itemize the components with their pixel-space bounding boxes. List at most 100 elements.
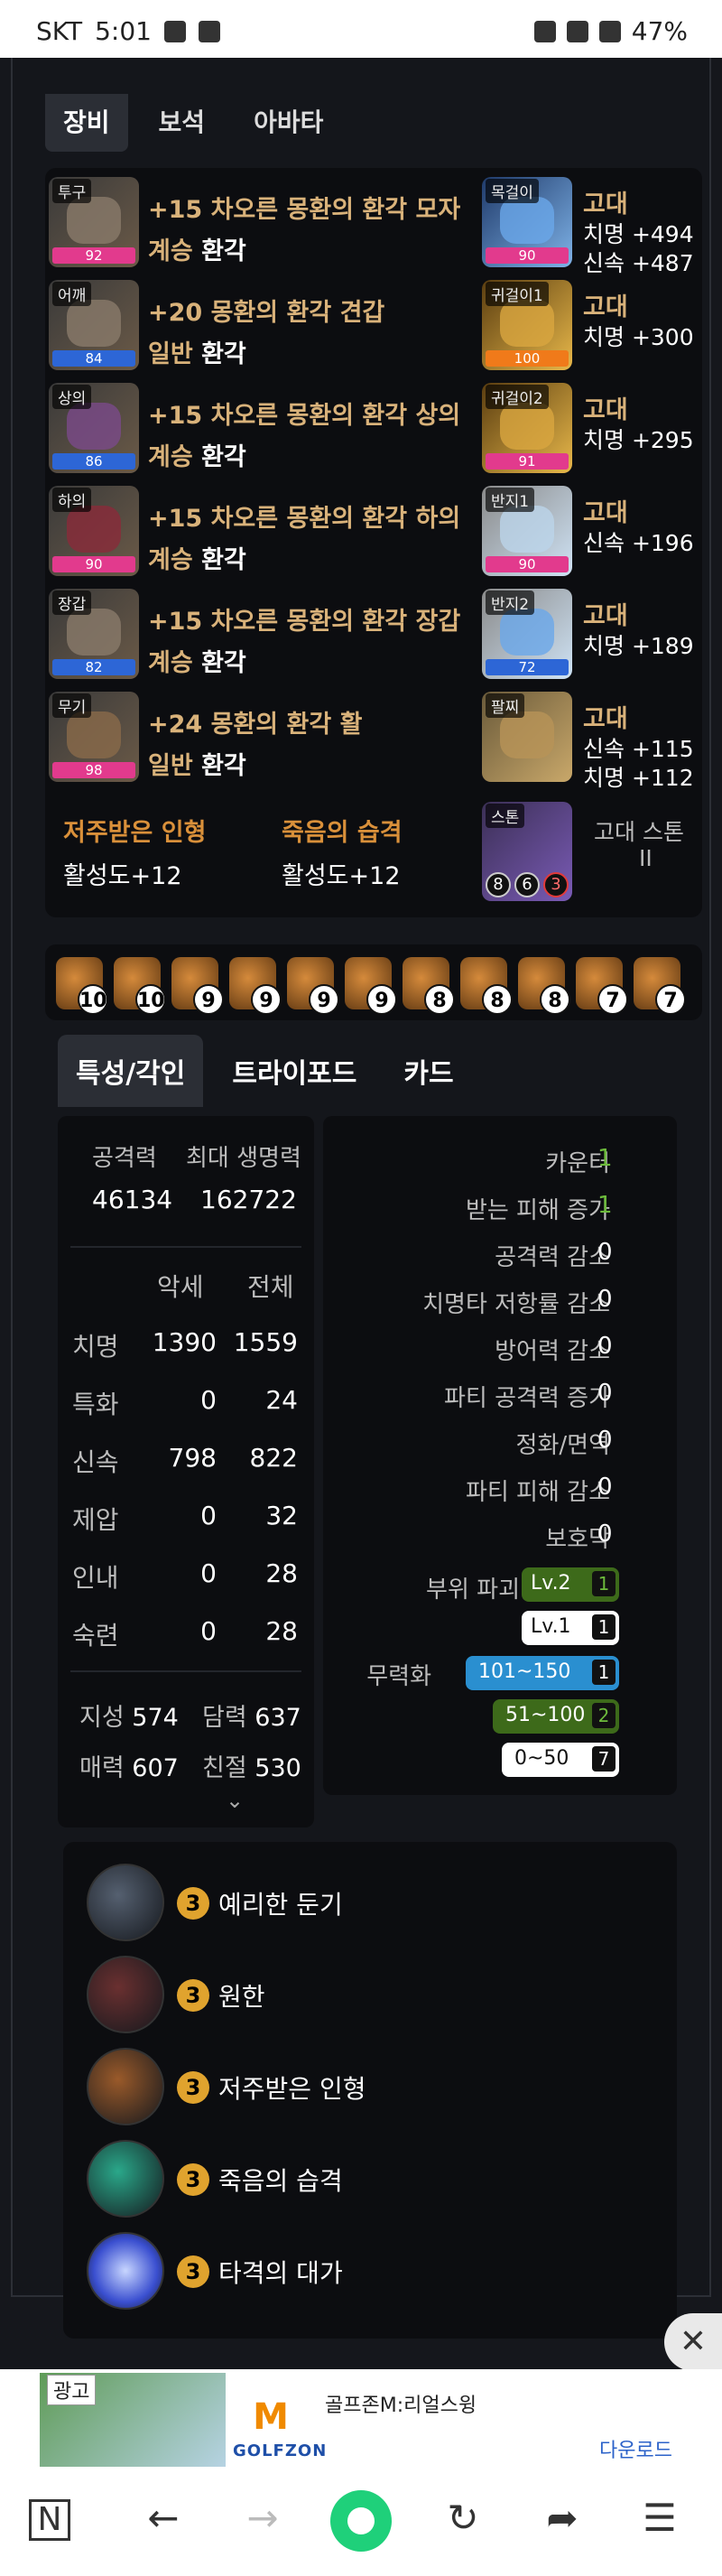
naver-n-icon[interactable]: N bbox=[29, 2499, 70, 2541]
gem-icon[interactable]: 7 bbox=[634, 957, 686, 1015]
acc-header: 악세 bbox=[157, 1272, 204, 1302]
gem-icon[interactable]: 10 bbox=[56, 957, 108, 1015]
card-item[interactable]: 3 저주받은 인형 bbox=[87, 2048, 664, 2129]
quality-bar: 92 bbox=[52, 247, 135, 264]
accessory-slot-bracelet[interactable]: 팔찌 bbox=[482, 692, 572, 782]
gem-icon[interactable]: 8 bbox=[403, 957, 455, 1015]
stone-number: 6 bbox=[514, 872, 540, 897]
character-detail-panel: 장비 보석 아바타 투구 92 +15 차오른 몽환의 환각 모자 계승 환각 … bbox=[11, 58, 711, 2339]
slot-label: 무기 bbox=[52, 693, 92, 718]
max-hp-value: 162722 bbox=[200, 1185, 297, 1214]
back-arrow-icon[interactable]: ← bbox=[132, 2496, 195, 2540]
helmet-icon bbox=[67, 197, 121, 244]
quality-bar: 86 bbox=[52, 453, 135, 470]
quality-bar: 90 bbox=[486, 247, 569, 264]
ad-download-link[interactable]: 다운로드 bbox=[599, 2434, 672, 2463]
golfzon-logo-icon: M bbox=[253, 2396, 289, 2438]
attack-label: 공격력 bbox=[92, 1145, 157, 1172]
neutralize-low: 0~50 7 bbox=[502, 1743, 619, 1777]
effect-row: 공격력 감소 0 bbox=[495, 1239, 613, 1271]
card-item[interactable]: 3 예리한 둔기 bbox=[87, 1864, 664, 1945]
share-icon[interactable]: ➦ bbox=[531, 2496, 594, 2540]
tab-tripod[interactable]: 트라이포드 bbox=[214, 1035, 375, 1107]
equipment-slot-shoulder[interactable]: 어깨 84 bbox=[49, 280, 139, 370]
gem-icon[interactable]: 10 bbox=[114, 957, 166, 1015]
menu-icon[interactable]: ☰ bbox=[628, 2496, 691, 2540]
accessory-grade: 고대 bbox=[583, 293, 628, 321]
tab-traits-engravings[interactable]: 특성/각인 bbox=[58, 1035, 204, 1107]
accessory-stat: 신속 +196 bbox=[583, 530, 694, 556]
equipment-slot-weapon[interactable]: 무기 98 bbox=[49, 692, 139, 782]
gem-icon[interactable]: 9 bbox=[171, 957, 224, 1015]
gem-icon[interactable]: 7 bbox=[576, 957, 628, 1015]
effect-row: 카운터 1 bbox=[545, 1145, 613, 1177]
total-header: 전체 bbox=[247, 1272, 294, 1302]
equipment-slot-pants[interactable]: 하의 90 bbox=[49, 486, 139, 576]
equipment-type: 계승 환각 bbox=[148, 443, 246, 471]
slot-label: 상의 bbox=[52, 385, 92, 409]
neutralize-mid: 51~100 2 bbox=[493, 1699, 619, 1734]
slot-label: 귀걸이2 bbox=[486, 385, 549, 409]
slot-label: 반지1 bbox=[486, 488, 535, 512]
bow-icon bbox=[67, 711, 121, 758]
gem-icon[interactable]: 9 bbox=[345, 957, 397, 1015]
slot-label: 장갑 bbox=[52, 591, 92, 615]
tendency-stat: 친절 530 bbox=[202, 1754, 301, 1782]
card-item[interactable]: 3 죽음의 습격 bbox=[87, 2140, 664, 2221]
equipment-slot-gloves[interactable]: 장갑 82 bbox=[49, 589, 139, 679]
tab-equipment[interactable]: 장비 bbox=[45, 94, 128, 152]
ad-banner[interactable]: 광고 M GOLFZON 골프존M:리얼스윙 다운로드 bbox=[0, 2369, 722, 2470]
accessory-slot-ring-2[interactable]: 반지2 72 bbox=[482, 589, 572, 679]
accessory-grade: 고대 bbox=[583, 705, 628, 733]
chevron-down-icon[interactable]: ⌄ bbox=[226, 1788, 244, 1813]
gem-icon[interactable]: 8 bbox=[518, 957, 570, 1015]
effect-row: 보호막 0 bbox=[545, 1520, 613, 1553]
equipment-slot-helmet[interactable]: 투구 92 bbox=[49, 177, 139, 267]
accessory-slot-earring-2[interactable]: 귀걸이2 91 bbox=[482, 383, 572, 473]
slot-label: 목걸이 bbox=[486, 179, 539, 203]
equipment-row: 상의 86 +15 차오른 몽환의 환각 상의 계승 환각 귀걸이2 91 고대… bbox=[45, 383, 702, 482]
carrier-label: SKT bbox=[36, 16, 83, 46]
stat-row: 치명 1390 1559 bbox=[72, 1327, 298, 1362]
tab-cards[interactable]: 카드 bbox=[385, 1035, 471, 1107]
equipment-row: 장갑 82 +15 차오른 몽환의 환각 장갑 계승 환각 반지2 72 고대 … bbox=[45, 589, 702, 688]
gem-icon[interactable]: 8 bbox=[460, 957, 513, 1015]
card-item[interactable]: 3 타격의 대가 bbox=[87, 2232, 664, 2313]
equipment-tabs: 장비 보석 아바타 bbox=[45, 94, 341, 152]
forward-arrow-icon[interactable]: → bbox=[231, 2496, 294, 2540]
gem-icon[interactable]: 9 bbox=[287, 957, 339, 1015]
accessory-slot-necklace[interactable]: 목걸이 90 bbox=[482, 177, 572, 267]
equipment-name: +15 차오른 몽환의 환각 상의 bbox=[148, 402, 461, 430]
slot-label: 하의 bbox=[52, 488, 92, 512]
tab-avatar[interactable]: 아바타 bbox=[236, 94, 341, 152]
necklace-icon bbox=[500, 197, 554, 244]
accessory-grade: 고대 bbox=[583, 191, 628, 219]
effect-row: 파티 공격력 증가 0 bbox=[444, 1380, 613, 1412]
home-icon[interactable] bbox=[330, 2490, 392, 2552]
stat-row: 제압 0 32 bbox=[72, 1501, 298, 1535]
refresh-icon[interactable]: ↻ bbox=[431, 2496, 495, 2540]
part-break-row: 부위 파괴 bbox=[426, 1576, 520, 1604]
stone-tier: II bbox=[639, 845, 653, 871]
ability-stone[interactable]: 스톤 8 6 3 bbox=[482, 802, 572, 901]
equipment-type: 계승 환각 bbox=[148, 546, 246, 574]
earring-icon bbox=[500, 300, 554, 347]
quality-bar: 90 bbox=[486, 556, 569, 572]
equipment-type: 계승 환각 bbox=[148, 649, 246, 677]
equipment-type: 일반 환각 bbox=[148, 752, 246, 780]
ad-close-button[interactable]: ✕ bbox=[664, 2313, 722, 2371]
slot-label: 귀걸이1 bbox=[486, 282, 549, 306]
signal-icon bbox=[598, 20, 621, 42]
gem-icon[interactable]: 9 bbox=[229, 957, 282, 1015]
ad-brand: GOLFZON bbox=[233, 2441, 328, 2460]
shoulder-icon bbox=[67, 300, 121, 347]
tab-gems[interactable]: 보석 bbox=[141, 94, 224, 152]
accessory-grade: 고대 bbox=[583, 602, 628, 630]
accessory-slot-ring-1[interactable]: 반지1 90 bbox=[482, 486, 572, 576]
card-item[interactable]: 3 원한 bbox=[87, 1956, 664, 2037]
divider bbox=[70, 1670, 301, 1672]
accessory-slot-earring-1[interactable]: 귀걸이1 100 bbox=[482, 280, 572, 370]
engraving-name: 저주받은 인형 bbox=[63, 819, 207, 847]
equipment-slot-chest[interactable]: 상의 86 bbox=[49, 383, 139, 473]
slot-label: 어깨 bbox=[52, 282, 92, 306]
